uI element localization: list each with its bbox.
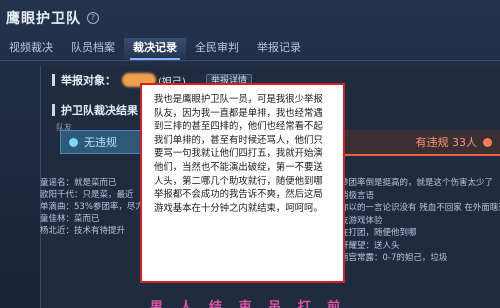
caption-line: 人头，第二哪几个助攻就行，随便他到哪 <box>154 175 323 187</box>
tab-bar: 视频裁决 队员档案 裁决记录 全民审判 举报记录 <box>0 38 500 60</box>
list-item: 童谣名：就是菜而已 <box>40 178 117 188</box>
caption-overlay: 我也是鹰眼护卫队一员，可是我很少举报 队友，因为我一直都是单排，我也经常遇 到三… <box>140 83 345 283</box>
tab-report-records[interactable]: 举报记录 <box>248 38 310 60</box>
section-marker <box>52 74 55 86</box>
caption-line: 他们，当然也不能演出破绽，第一不要送 <box>154 161 323 173</box>
list-item: 你以的一言论识没有 残血不回家 在外面瞎逛 <box>340 203 500 213</box>
section-marker <box>52 104 55 116</box>
no-violation-comments: 童谣名：就是菜而已 欧阳千代：只是菜，最近 单滴曲：53%参团率，尽力 童佳林：… <box>40 177 145 237</box>
tab-member-profile[interactable]: 队员档案 <box>62 38 124 60</box>
list-item: 欧阳千代：只是菜，最近 <box>40 190 134 200</box>
tab-video-judgement[interactable]: 视频裁决 <box>0 38 62 60</box>
tab-divider <box>0 60 500 61</box>
list-item: 南宫常露：0-7的妲己，垃圾 <box>340 253 448 263</box>
list-item: 消极言语 <box>340 190 375 201</box>
no-violation-label: 无违规 <box>84 136 117 149</box>
caption-line: 到三排的甚至四排的，他们也经常看不起 <box>154 121 323 133</box>
title-bar: 鹰眼护卫队 ? <box>0 0 500 36</box>
caption-line: 我们单排的，甚至有时候还骂人，他们只 <box>154 134 323 146</box>
report-target-label: 举报对象： <box>61 74 116 87</box>
violation-label: 有违规 33人 <box>415 136 478 149</box>
caption-line: 队友，因为我一直都是单排，我也经常遇 <box>154 107 323 119</box>
violation-dot-icon <box>483 137 492 147</box>
bottom-banner-text: 男 人 结 束 吊 打 前 <box>150 300 347 308</box>
list-item: 杨北近：技术有待提升 <box>40 226 126 236</box>
result-header: 护卫队裁决结果 <box>52 102 138 118</box>
violation-bar: 有违规 33人 <box>340 130 500 154</box>
list-item: 单滴曲：53%参团率，尽力 <box>40 202 144 212</box>
list-item: 在打团，随便他到哪 <box>340 228 417 238</box>
result-title: 护卫队裁决结果 <box>61 104 138 117</box>
no-violation-dot-icon <box>69 137 78 147</box>
list-item: 参团率倒是挺高的，就是这个伤害太少了 <box>340 178 494 188</box>
list-item: 轩耀望：送人头 <box>340 240 400 251</box>
list-item: 童佳林：菜而已 <box>40 214 100 224</box>
violation-bar-line <box>340 154 500 156</box>
caption-line: 举报都不会成功的我告诉不爽，然后这局 <box>154 189 323 201</box>
caption-line: 我也是鹰眼护卫队一员，可是我很少举报 <box>154 94 323 105</box>
list-item: 友游戏体验 <box>340 215 383 226</box>
tab-public-trial[interactable]: 全民审判 <box>186 38 248 60</box>
app-title: 鹰眼护卫队 <box>6 11 81 27</box>
tab-judgement-records[interactable]: 裁决记录 <box>124 38 186 60</box>
violation-comments: 参团率倒是挺高的，就是这个伤害太少了 消极言语 你以的一言论识没有 残血不回家 … <box>340 177 500 265</box>
caption-line: 要骂一句我就让他们四打五，我就开始演 <box>154 148 323 160</box>
caption-line: 游戏基本在十分钟之内就结束，呵呵呵。 <box>154 202 323 214</box>
app-window: 鹰眼护卫队 ? 视频裁决 队员档案 裁决记录 全民审判 举报记录 举报对象： (… <box>0 0 500 308</box>
help-icon[interactable]: ? <box>87 12 99 24</box>
no-violation-bar: 无违规 <box>60 130 144 154</box>
